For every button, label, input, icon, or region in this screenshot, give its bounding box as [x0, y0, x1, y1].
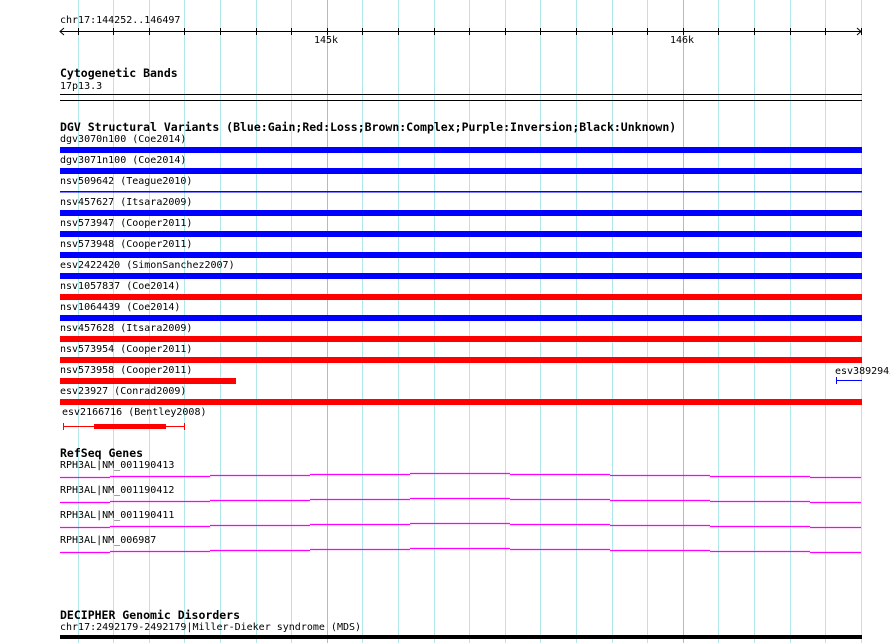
variant-bar[interactable] — [60, 210, 862, 216]
variant-bar[interactable] — [60, 294, 862, 300]
variant-label[interactable]: esv23927 (Conrad2009) — [60, 386, 186, 397]
variant-bar[interactable] — [60, 378, 236, 384]
decipher-track-title: DECIPHER Genomic Disorders — [60, 608, 241, 622]
variant-bar[interactable] — [60, 191, 862, 193]
variant-bar[interactable] — [60, 399, 862, 405]
variant-label[interactable]: nsv573958 (Cooper2011) — [60, 365, 192, 376]
cytoband-track-title: Cytogenetic Bands — [60, 66, 178, 80]
variant-bar[interactable] — [60, 252, 862, 258]
variant-label[interactable]: nsv1057837 (Coe2014) — [60, 281, 180, 292]
ruler-tick-label: 145k — [314, 35, 339, 46]
variant-label[interactable]: nsv573954 (Cooper2011) — [60, 344, 192, 355]
variant-bar[interactable] — [60, 315, 862, 321]
variant-label[interactable]: esv3892945 — [835, 366, 890, 377]
ruler-tick-label: 146k — [670, 35, 695, 46]
decipher-item-label[interactable]: chr17:2492179-2492179|Miller-Dieker synd… — [60, 622, 361, 633]
variant-bar[interactable] — [60, 273, 862, 279]
variant-label[interactable]: esv2422420 (SimonSanchez2007) — [60, 260, 235, 271]
gene-label[interactable]: RPH3AL|NM_006987 — [60, 535, 156, 546]
genome-browser-view: chr17:144252..146497 145k 146k Cytogenet… — [0, 0, 890, 643]
grid-layer — [59, 0, 862, 643]
gene-label[interactable]: RPH3AL|NM_001190413 — [60, 460, 174, 471]
variant-label[interactable]: dgv3070n100 (Coe2014) — [60, 134, 186, 145]
variant-bar[interactable] — [60, 147, 862, 153]
variant-bar[interactable] — [94, 424, 166, 429]
variant-bar[interactable] — [60, 168, 862, 174]
variant-label[interactable]: nsv457628 (Itsara2009) — [60, 323, 192, 334]
variant-label[interactable]: nsv457627 (Itsara2009) — [60, 197, 192, 208]
region-label: chr17:144252..146497 — [60, 15, 181, 26]
cytoband-label: 17p13.3 — [60, 81, 103, 92]
gene-label[interactable]: RPH3AL|NM_001190411 — [60, 510, 174, 521]
variant-bar[interactable] — [60, 336, 862, 342]
dgv-track-title: DGV Structural Variants (Blue:Gain;Red:L… — [60, 120, 677, 134]
variant-label[interactable]: nsv509642 (Teague2010) — [60, 176, 192, 187]
variant-label[interactable]: nsv573948 (Cooper2011) — [60, 239, 192, 250]
gene-label[interactable]: RPH3AL|NM_001190412 — [60, 485, 174, 496]
variant-bar[interactable] — [60, 231, 862, 237]
variant-bar[interactable] — [60, 357, 862, 363]
refseq-track-title: RefSeq Genes — [60, 446, 144, 460]
variant-label[interactable]: nsv573947 (Cooper2011) — [60, 218, 192, 229]
variant-label[interactable]: esv2166716 (Bentley2008) — [62, 407, 207, 418]
decipher-bar[interactable] — [60, 635, 862, 639]
variant-label[interactable]: nsv1064439 (Coe2014) — [60, 302, 180, 313]
variant-label[interactable]: dgv3071n100 (Coe2014) — [60, 155, 186, 166]
